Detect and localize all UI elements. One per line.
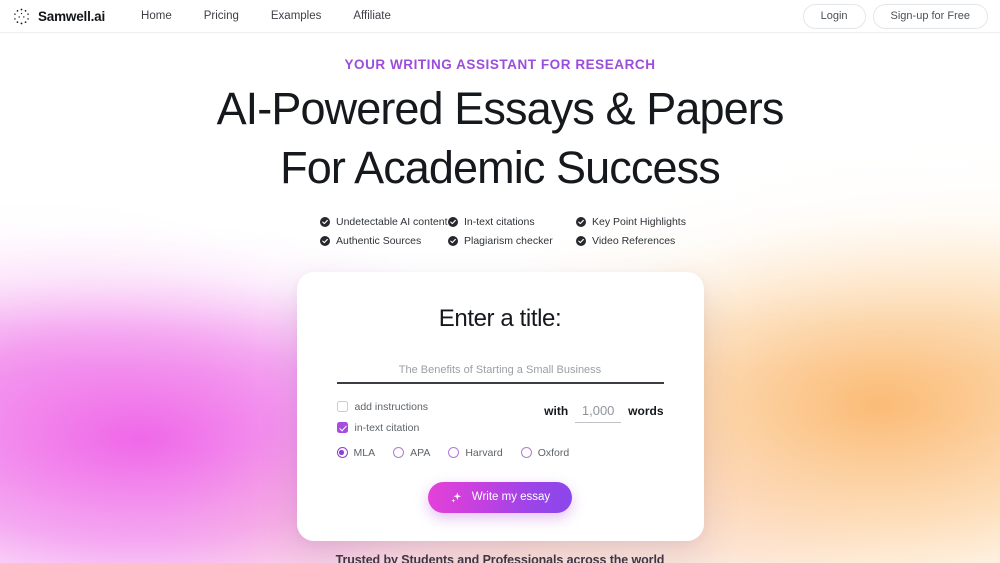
citation-style-group: MLA APA Harvard Oxford xyxy=(336,446,664,459)
checkbox-box[interactable] xyxy=(336,401,348,413)
checkbox-label: add instructions xyxy=(354,400,429,413)
title-input[interactable] xyxy=(336,363,664,376)
check-circle-icon xyxy=(320,235,330,246)
feature-label: Plagiarism checker xyxy=(464,234,553,247)
nav-links: Home Pricing Examples Affiliate xyxy=(141,10,391,22)
feature-item: Key Point Highlights xyxy=(576,216,686,228)
options-row: add instructions in-text citation with w… xyxy=(336,400,664,434)
feature-item: Authentic Sources xyxy=(320,235,448,247)
radio-harvard[interactable]: Harvard xyxy=(448,446,503,459)
sparkle-icon xyxy=(451,492,462,503)
nav-link-pricing[interactable]: Pricing xyxy=(204,10,239,22)
feature-list: Undetectable AI content In-text citation… xyxy=(320,216,686,247)
dotted-circle-logo-icon xyxy=(14,8,29,24)
feature-item: Plagiarism checker xyxy=(448,235,576,247)
radio-label: APA xyxy=(410,446,431,459)
radio-apa[interactable]: APA xyxy=(393,447,430,459)
feature-item: In-text citations xyxy=(448,216,576,228)
nav-link-examples[interactable]: Examples xyxy=(271,10,322,22)
signup-button[interactable]: Sign-up for Free xyxy=(872,3,988,29)
feature-item: Undetectable AI content xyxy=(320,216,448,228)
word-count-input[interactable] xyxy=(579,402,618,418)
feature-label: Video References xyxy=(592,234,676,247)
radio-dot-selected[interactable] xyxy=(336,447,348,459)
radio-dot[interactable] xyxy=(448,447,460,459)
radio-dot[interactable] xyxy=(520,447,532,459)
title-field[interactable] xyxy=(336,360,664,384)
check-circle-icon xyxy=(448,216,458,227)
check-circle-icon xyxy=(576,216,586,227)
feature-label: Undetectable AI content xyxy=(336,215,448,228)
top-navbar: Samwell.ai Home Pricing Examples Affilia… xyxy=(0,0,1000,33)
checkbox-in-text-citation[interactable]: in-text citation xyxy=(336,421,429,434)
word-count-group: with words xyxy=(544,401,664,423)
cta-label: Write my essay xyxy=(471,491,551,504)
feature-label: In-text citations xyxy=(464,215,535,228)
card-title: Enter a title: xyxy=(438,304,562,332)
checkbox-add-instructions[interactable]: add instructions xyxy=(336,400,429,413)
cta-row: Write my essay xyxy=(337,481,664,513)
feature-item: Video References xyxy=(576,235,686,247)
checkbox-box-checked[interactable] xyxy=(336,422,348,434)
trusted-banner: Trusted by Students and Professionals ac… xyxy=(335,553,665,563)
check-circle-icon xyxy=(320,216,330,227)
brand-logo[interactable]: Samwell.ai xyxy=(12,7,105,26)
feature-label: Authentic Sources xyxy=(336,234,422,247)
page-title: AI-Powered Essays & Papers For Academic … xyxy=(0,79,1000,198)
essay-form-card: Enter a title: add instructions in-text … xyxy=(296,271,704,541)
nav-link-affiliate[interactable]: Affiliate xyxy=(353,10,391,22)
brand-name: Samwell.ai xyxy=(38,8,106,24)
radio-mla[interactable]: MLA xyxy=(336,446,376,459)
radio-label: MLA xyxy=(353,446,376,459)
headline-line-1: AI-Powered Essays & Papers xyxy=(216,83,785,134)
page-root: Samwell.ai Home Pricing Examples Affilia… xyxy=(0,0,1000,563)
radio-label: Harvard xyxy=(465,446,503,459)
nav-link-home[interactable]: Home xyxy=(141,10,172,22)
word-count-prefix: with xyxy=(544,403,569,418)
radio-oxford[interactable]: Oxford xyxy=(520,446,570,459)
nav-actions: Login Sign-up for Free xyxy=(802,3,988,29)
headline-line-2: For Academic Success xyxy=(280,142,721,194)
word-count-field[interactable] xyxy=(575,402,622,423)
hero-eyebrow: YOUR WRITING ASSISTANT FOR RESEARCH xyxy=(344,57,656,72)
login-button[interactable]: Login xyxy=(802,3,866,29)
radio-label: Oxford xyxy=(537,446,570,459)
write-my-essay-button[interactable]: Write my essay xyxy=(427,481,573,513)
checkbox-group: add instructions in-text citation xyxy=(336,400,429,434)
check-circle-icon xyxy=(448,235,458,246)
feature-label: Key Point Highlights xyxy=(592,215,686,228)
radio-dot[interactable] xyxy=(393,447,405,459)
checkbox-label: in-text citation xyxy=(354,421,420,434)
check-circle-icon xyxy=(576,235,586,246)
word-count-suffix: words xyxy=(628,403,664,418)
hero-section: YOUR WRITING ASSISTANT FOR RESEARCH AI-P… xyxy=(0,33,1000,198)
